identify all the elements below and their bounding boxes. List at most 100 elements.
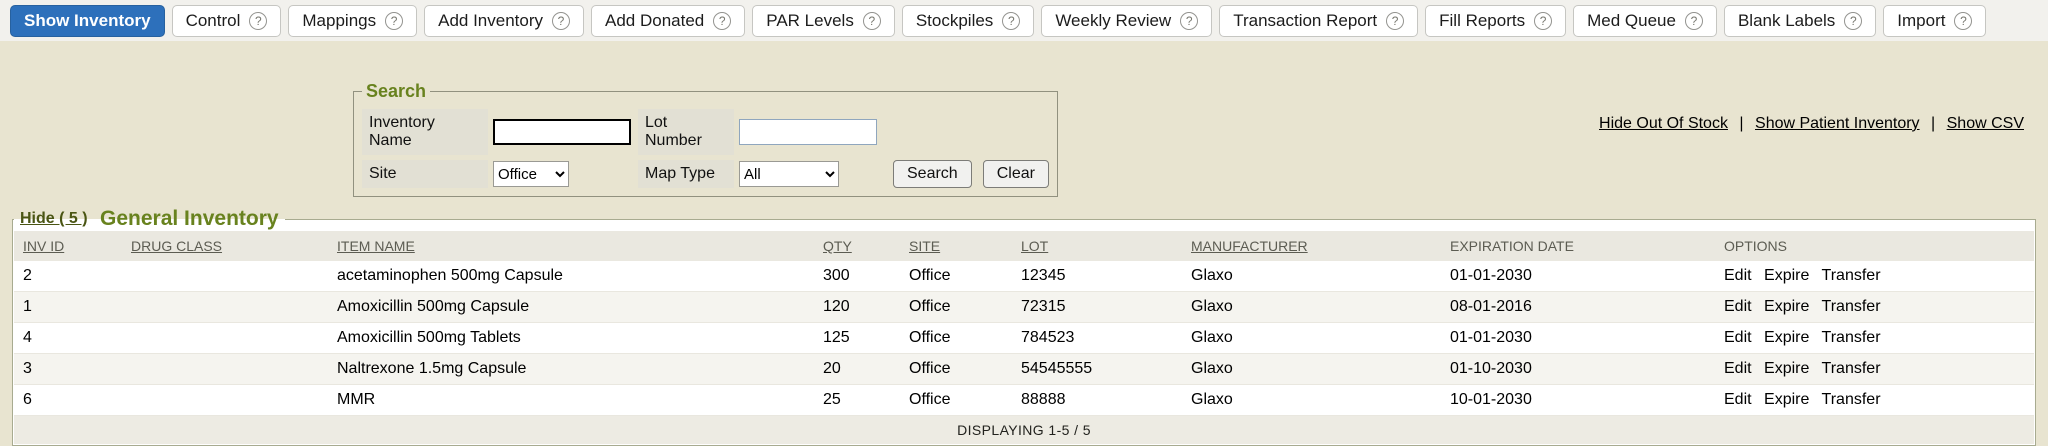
link-separator: | bbox=[1931, 115, 1935, 132]
hide-section-link[interactable]: Hide ( 5 ) bbox=[20, 210, 88, 227]
site-select[interactable]: Office bbox=[493, 161, 569, 187]
tab-par-levels[interactable]: PAR Levels ? bbox=[752, 5, 895, 37]
table-row: 2 acetaminophen 500mg Capsule 300 Office… bbox=[14, 261, 2034, 292]
help-icon[interactable]: ? bbox=[1180, 12, 1198, 30]
help-icon[interactable]: ? bbox=[1002, 12, 1020, 30]
edit-link[interactable]: Edit bbox=[1724, 298, 1752, 315]
col-expiration-date: EXPIRATION DATE bbox=[1441, 231, 1715, 261]
cell-options: Edit Expire Transfer bbox=[1715, 354, 2034, 385]
edit-link[interactable]: Edit bbox=[1724, 329, 1752, 346]
expire-link[interactable]: Expire bbox=[1764, 267, 1809, 284]
tab-med-queue[interactable]: Med Queue ? bbox=[1573, 5, 1717, 37]
tab-show-inventory[interactable]: Show Inventory bbox=[10, 5, 165, 37]
col-options: OPTIONS bbox=[1715, 231, 2034, 261]
link-separator: | bbox=[1739, 115, 1743, 132]
help-icon[interactable]: ? bbox=[1534, 12, 1552, 30]
edit-link[interactable]: Edit bbox=[1724, 391, 1752, 408]
cell-qty: 125 bbox=[814, 323, 900, 354]
tab-label: Mappings bbox=[302, 11, 376, 31]
help-icon[interactable]: ? bbox=[249, 12, 267, 30]
tab-import[interactable]: Import ? bbox=[1883, 5, 1986, 37]
tab-blank-labels[interactable]: Blank Labels ? bbox=[1724, 5, 1876, 37]
transfer-link[interactable]: Transfer bbox=[1822, 360, 1881, 377]
cell-site: Office bbox=[900, 323, 1012, 354]
cell-lot: 88888 bbox=[1012, 385, 1182, 416]
search-row-1: Inventory Name Lot Number bbox=[362, 109, 1049, 155]
edit-link[interactable]: Edit bbox=[1724, 360, 1752, 377]
col-qty[interactable]: QTY bbox=[814, 231, 900, 261]
tab-transaction-report[interactable]: Transaction Report ? bbox=[1219, 5, 1418, 37]
tab-fill-reports[interactable]: Fill Reports ? bbox=[1425, 5, 1566, 37]
help-icon[interactable]: ? bbox=[1685, 12, 1703, 30]
help-icon[interactable]: ? bbox=[1844, 12, 1862, 30]
expire-link[interactable]: Expire bbox=[1764, 329, 1809, 346]
cell-inv-id: 6 bbox=[14, 385, 122, 416]
cell-expiration-date: 01-01-2030 bbox=[1441, 261, 1715, 292]
cell-options: Edit Expire Transfer bbox=[1715, 261, 2034, 292]
cell-expiration-date: 08-01-2016 bbox=[1441, 292, 1715, 323]
tab-label: Med Queue bbox=[1587, 11, 1676, 31]
show-patient-inventory-link[interactable]: Show Patient Inventory bbox=[1755, 115, 1920, 132]
search-legend: Search bbox=[362, 81, 430, 102]
transfer-link[interactable]: Transfer bbox=[1822, 329, 1881, 346]
cell-options: Edit Expire Transfer bbox=[1715, 323, 2034, 354]
cell-options: Edit Expire Transfer bbox=[1715, 292, 2034, 323]
cell-drug-class bbox=[122, 385, 328, 416]
expire-link[interactable]: Expire bbox=[1764, 360, 1809, 377]
inventory-name-input[interactable] bbox=[493, 119, 631, 145]
tab-label: PAR Levels bbox=[766, 11, 854, 31]
col-lot[interactable]: LOT bbox=[1012, 231, 1182, 261]
col-item-name[interactable]: ITEM NAME bbox=[328, 231, 814, 261]
clear-button[interactable]: Clear bbox=[983, 160, 1049, 188]
cell-qty: 25 bbox=[814, 385, 900, 416]
map-type-select[interactable]: All bbox=[739, 161, 839, 187]
show-csv-link[interactable]: Show CSV bbox=[1947, 115, 2024, 132]
transfer-link[interactable]: Transfer bbox=[1822, 267, 1881, 284]
transfer-link[interactable]: Transfer bbox=[1822, 298, 1881, 315]
general-inventory-panel: Hide ( 5 ) General Inventory INV ID DRUG… bbox=[12, 207, 2036, 446]
table-row: 1 Amoxicillin 500mg Capsule 120 Office 7… bbox=[14, 292, 2034, 323]
section-title: General Inventory bbox=[100, 207, 279, 230]
help-icon[interactable]: ? bbox=[1954, 12, 1972, 30]
help-icon[interactable]: ? bbox=[385, 12, 403, 30]
tab-label: Import bbox=[1897, 11, 1945, 31]
help-icon[interactable]: ? bbox=[552, 12, 570, 30]
transfer-link[interactable]: Transfer bbox=[1822, 391, 1881, 408]
paging-status: DISPLAYING 1-5 / 5 bbox=[14, 416, 2034, 445]
expire-link[interactable]: Expire bbox=[1764, 391, 1809, 408]
cell-site: Office bbox=[900, 354, 1012, 385]
search-row-2: Site Office Map Type All Search Clear bbox=[362, 160, 1049, 188]
cell-item-name: acetaminophen 500mg Capsule bbox=[328, 261, 814, 292]
tab-label: Add Donated bbox=[605, 11, 704, 31]
col-inv-id[interactable]: INV ID bbox=[14, 231, 122, 261]
tab-add-donated[interactable]: Add Donated ? bbox=[591, 5, 745, 37]
tab-add-inventory[interactable]: Add Inventory ? bbox=[424, 5, 584, 37]
help-icon[interactable]: ? bbox=[1386, 12, 1404, 30]
tab-label: Weekly Review bbox=[1055, 11, 1171, 31]
col-manufacturer[interactable]: MANUFACTURER bbox=[1182, 231, 1441, 261]
expire-link[interactable]: Expire bbox=[1764, 298, 1809, 315]
cell-site: Office bbox=[900, 292, 1012, 323]
tab-control[interactable]: Control ? bbox=[172, 5, 282, 37]
col-drug-class[interactable]: DRUG CLASS bbox=[122, 231, 328, 261]
cell-lot: 72315 bbox=[1012, 292, 1182, 323]
tab-label: Blank Labels bbox=[1738, 11, 1835, 31]
hide-out-of-stock-link[interactable]: Hide Out Of Stock bbox=[1599, 115, 1728, 132]
help-icon[interactable]: ? bbox=[713, 12, 731, 30]
lot-number-input[interactable] bbox=[739, 119, 877, 145]
edit-link[interactable]: Edit bbox=[1724, 267, 1752, 284]
tab-stockpiles[interactable]: Stockpiles ? bbox=[902, 5, 1034, 37]
help-icon[interactable]: ? bbox=[863, 12, 881, 30]
tab-weekly-review[interactable]: Weekly Review ? bbox=[1041, 5, 1212, 37]
col-site[interactable]: SITE bbox=[900, 231, 1012, 261]
cell-drug-class bbox=[122, 292, 328, 323]
cell-manufacturer: Glaxo bbox=[1182, 292, 1441, 323]
cell-drug-class bbox=[122, 261, 328, 292]
tab-mappings[interactable]: Mappings ? bbox=[288, 5, 417, 37]
table-footer-row: DISPLAYING 1-5 / 5 bbox=[14, 416, 2034, 445]
inventory-table: INV ID DRUG CLASS ITEM NAME QTY SITE LOT… bbox=[14, 231, 2034, 444]
search-button[interactable]: Search bbox=[893, 160, 972, 188]
cell-site: Office bbox=[900, 261, 1012, 292]
cell-manufacturer: Glaxo bbox=[1182, 261, 1441, 292]
table-row: 3 Naltrexone 1.5mg Capsule 20 Office 545… bbox=[14, 354, 2034, 385]
